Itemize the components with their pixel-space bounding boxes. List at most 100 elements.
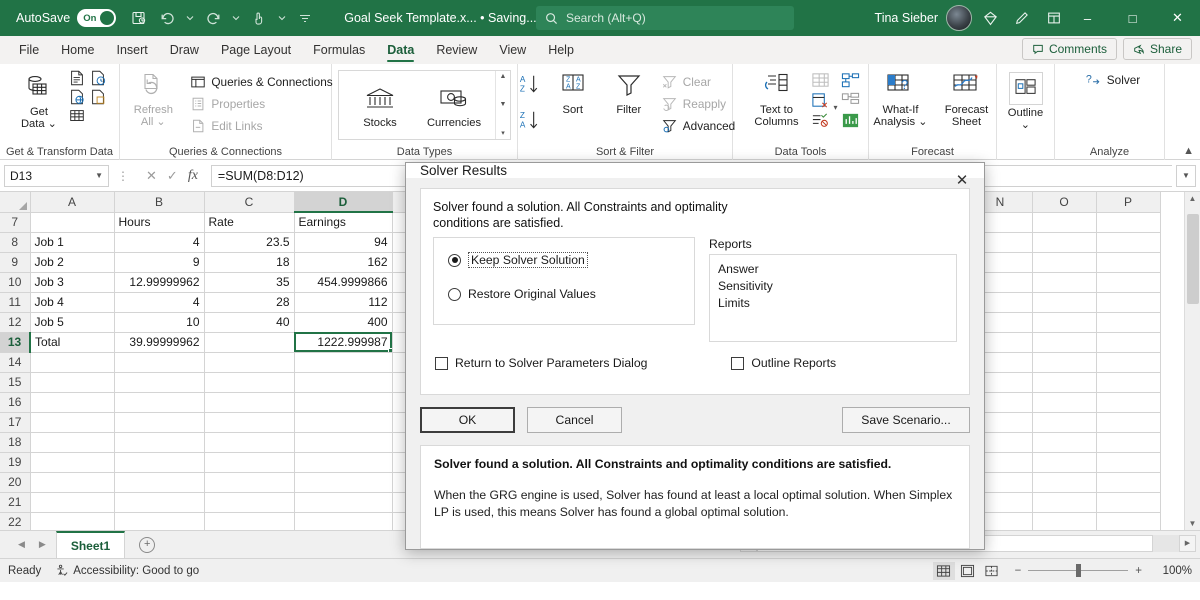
cell-b15[interactable]	[114, 372, 205, 393]
gallery-scroll-up-icon[interactable]: ▲	[500, 73, 507, 80]
cell-a22[interactable]	[30, 512, 115, 530]
cell-c20[interactable]	[204, 472, 295, 493]
what-if-analysis-button[interactable]: ? What-If Analysis ⌄	[869, 69, 933, 128]
cell-o19[interactable]	[1032, 452, 1097, 473]
cell-p22[interactable]	[1096, 512, 1161, 530]
cell-p18[interactable]	[1096, 432, 1161, 453]
cell-o20[interactable]	[1032, 472, 1097, 493]
zoom-track[interactable]	[1028, 564, 1129, 577]
vertical-scrollbar[interactable]: ▲ ▼	[1184, 192, 1200, 530]
row-header-7[interactable]: 7	[0, 212, 31, 233]
cell-c13[interactable]	[204, 332, 295, 353]
name-box[interactable]: D13 ▼	[4, 164, 109, 187]
pen-icon[interactable]	[1008, 4, 1036, 32]
cell-c12[interactable]: 40	[204, 312, 295, 333]
cell-o10[interactable]	[1032, 272, 1097, 293]
return-to-parameters-checkbox[interactable]: Return to Solver Parameters Dialog	[435, 356, 647, 370]
close-button[interactable]: ✕	[1155, 0, 1200, 36]
remove-duplicates-icon[interactable]	[810, 91, 831, 110]
tab-home[interactable]: Home	[50, 36, 105, 64]
cell-b14[interactable]	[114, 352, 205, 373]
tab-insert[interactable]: Insert	[106, 36, 159, 64]
cell-d18[interactable]	[294, 432, 393, 453]
cell-d7[interactable]: Earnings	[294, 212, 393, 233]
cell-a16[interactable]	[30, 392, 115, 413]
data-validation-icon[interactable]	[810, 111, 831, 130]
cell-d15[interactable]	[294, 372, 393, 393]
cell-d9[interactable]: 162	[294, 252, 393, 273]
column-header-p[interactable]: P	[1096, 192, 1161, 213]
forecast-sheet-button[interactable]: Forecast Sheet	[935, 69, 999, 128]
cell-a12[interactable]: Job 5	[30, 312, 115, 333]
cell-p20[interactable]	[1096, 472, 1161, 493]
cell-c21[interactable]	[204, 492, 295, 513]
cell-c18[interactable]	[204, 432, 295, 453]
collapse-ribbon-icon[interactable]: ▲	[1183, 145, 1194, 157]
row-header-19[interactable]: 19	[0, 452, 31, 473]
cell-p13[interactable]	[1096, 332, 1161, 353]
row-header-11[interactable]: 11	[0, 292, 31, 313]
share-button[interactable]: Share	[1122, 38, 1192, 60]
cell-a10[interactable]: Job 3	[30, 272, 115, 293]
cell-c9[interactable]: 18	[204, 252, 295, 273]
cancel-entry-icon[interactable]: ✕	[146, 168, 157, 184]
cell-c16[interactable]	[204, 392, 295, 413]
cell-o9[interactable]	[1032, 252, 1097, 273]
tab-review[interactable]: Review	[425, 36, 488, 64]
row-header-9[interactable]: 9	[0, 252, 31, 273]
insert-function-icon[interactable]: fx	[188, 168, 198, 184]
save-scenario-button[interactable]: Save Scenario...	[842, 407, 970, 433]
row-header-13[interactable]: 13	[0, 332, 31, 353]
touch-dropdown-icon[interactable]	[274, 5, 290, 31]
dialog-close-button[interactable]: ✕	[940, 163, 984, 197]
outline-button[interactable]: Outline ⌄	[999, 69, 1053, 131]
text-to-columns-button[interactable]: Text to Columns	[744, 69, 808, 128]
touch-mode-icon[interactable]	[246, 5, 272, 31]
cell-a19[interactable]	[30, 452, 115, 473]
diamond-icon[interactable]	[976, 4, 1004, 32]
gallery-scrollbar[interactable]: ▲ ▼ ▾	[495, 71, 510, 139]
autosave-control[interactable]: AutoSave On	[16, 9, 117, 27]
cell-b8[interactable]: 4	[114, 232, 205, 253]
queries-connections-button[interactable]: Queries & Connections	[187, 71, 335, 93]
row-header-18[interactable]: 18	[0, 432, 31, 453]
row-header-22[interactable]: 22	[0, 512, 31, 530]
column-header-o[interactable]: O	[1032, 192, 1097, 213]
document-title[interactable]: Goal Seek Template.x... • Saving... ▼	[344, 11, 549, 25]
zoom-out-icon[interactable]: −	[1015, 565, 1022, 577]
cell-d22[interactable]	[294, 512, 393, 530]
cell-d12[interactable]: 400	[294, 312, 393, 333]
cell-p15[interactable]	[1096, 372, 1161, 393]
cell-b12[interactable]: 10	[114, 312, 205, 333]
cell-c11[interactable]: 28	[204, 292, 295, 313]
next-sheet-icon[interactable]: ▶	[39, 539, 46, 550]
scroll-right-icon[interactable]: ▶	[1179, 534, 1196, 552]
tab-file[interactable]: File	[8, 36, 50, 64]
get-data-button[interactable]: Get Data ⌄	[12, 69, 66, 130]
data-types-gallery-icon[interactable]	[68, 107, 86, 125]
vertical-scroll-thumb[interactable]	[1187, 214, 1199, 304]
cell-o12[interactable]	[1032, 312, 1097, 333]
cell-d16[interactable]	[294, 392, 393, 413]
cell-o7[interactable]	[1032, 212, 1097, 233]
row-header-21[interactable]: 21	[0, 492, 31, 513]
cell-p16[interactable]	[1096, 392, 1161, 413]
comments-button[interactable]: Comments	[1021, 38, 1117, 60]
relationships-icon[interactable]	[840, 71, 861, 90]
cell-a21[interactable]	[30, 492, 115, 513]
avatar[interactable]	[946, 5, 972, 31]
cell-p9[interactable]	[1096, 252, 1161, 273]
cell-o13[interactable]	[1032, 332, 1097, 353]
cell-d17[interactable]	[294, 412, 393, 433]
cell-b17[interactable]	[114, 412, 205, 433]
tab-draw[interactable]: Draw	[159, 36, 210, 64]
cell-d14[interactable]	[294, 352, 393, 373]
previous-sheet-icon[interactable]: ◀	[18, 539, 25, 550]
cell-a14[interactable]	[30, 352, 115, 373]
cell-b7[interactable]: Hours	[114, 212, 205, 233]
add-sheet-button[interactable]: +	[139, 536, 156, 553]
row-header-20[interactable]: 20	[0, 472, 31, 493]
cell-c17[interactable]	[204, 412, 295, 433]
cell-a11[interactable]: Job 4	[30, 292, 115, 313]
page-layout-view-button[interactable]	[957, 562, 979, 580]
